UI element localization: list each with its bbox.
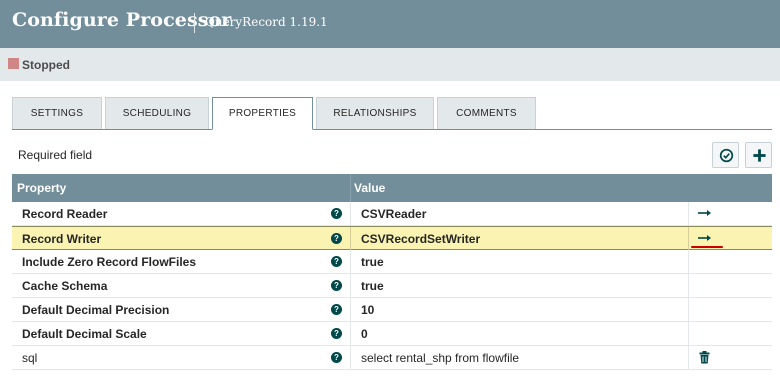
property-name: Record Reader <box>22 207 108 221</box>
cell-divider <box>688 274 689 298</box>
table-header: Property Value <box>12 174 772 202</box>
status-text: Stopped <box>22 58 70 72</box>
arrow-right-icon[interactable] <box>698 208 712 218</box>
cell-divider <box>350 322 351 346</box>
cell-divider <box>688 227 689 251</box>
tab-settings[interactable]: SETTINGS <box>12 97 102 129</box>
cell-divider <box>350 227 351 251</box>
dialog-subtitle: QueryRecord 1.19.1 <box>205 15 328 29</box>
property-name: Cache Schema <box>22 279 108 293</box>
column-header-value: Value <box>354 181 386 195</box>
property-value[interactable]: select rental_shp from flowfile <box>361 351 519 365</box>
property-name: Default Decimal Scale <box>22 327 147 341</box>
tab-underline <box>12 129 772 130</box>
cell-divider <box>688 346 689 370</box>
tab-properties[interactable]: PROPERTIES <box>212 97 313 130</box>
help-icon[interactable]: ? <box>331 280 342 291</box>
cell-divider <box>688 250 689 274</box>
table-row[interactable]: sql ? select rental_shp from flowfile <box>12 346 772 370</box>
tab-scheduling[interactable]: SCHEDULING <box>105 97 209 129</box>
property-value[interactable]: true <box>361 279 384 293</box>
trash-icon[interactable] <box>699 351 710 364</box>
verify-properties-button[interactable] <box>712 142 739 168</box>
tab-comments[interactable]: COMMENTS <box>437 97 536 129</box>
property-name: Default Decimal Precision <box>22 303 170 317</box>
help-icon[interactable]: ? <box>331 233 342 244</box>
table-row[interactable]: Cache Schema ? true <box>12 274 772 298</box>
help-icon[interactable]: ? <box>331 208 342 219</box>
column-divider <box>350 174 351 202</box>
property-value[interactable]: CSVRecordSetWriter <box>361 232 480 246</box>
table-row[interactable]: Record Reader ? CSVReader <box>12 202 772 226</box>
tab-relationships[interactable]: RELATIONSHIPS <box>316 97 434 129</box>
property-name: Include Zero Record FlowFiles <box>22 255 197 269</box>
table-row[interactable]: Default Decimal Precision ? 10 <box>12 298 772 322</box>
arrow-right-icon[interactable] <box>698 233 712 243</box>
cell-divider <box>350 202 351 226</box>
required-field-label: Required field <box>18 148 93 162</box>
plus-icon <box>753 149 766 162</box>
help-icon[interactable]: ? <box>331 256 342 267</box>
property-value[interactable]: CSVReader <box>361 207 426 221</box>
table-row[interactable]: Include Zero Record FlowFiles ? true <box>12 250 772 274</box>
cell-divider <box>688 202 689 226</box>
cell-divider <box>350 298 351 322</box>
cell-divider <box>688 298 689 322</box>
property-value[interactable]: 0 <box>361 327 368 341</box>
column-header-property: Property <box>17 181 67 195</box>
dialog-title: Configure Processor <box>12 9 232 31</box>
help-icon[interactable]: ? <box>331 304 342 315</box>
add-property-button[interactable] <box>745 142 772 168</box>
table-row[interactable]: Default Decimal Scale ? 0 <box>12 322 772 346</box>
help-icon[interactable]: ? <box>331 352 342 363</box>
cell-divider <box>350 250 351 274</box>
property-value[interactable]: 10 <box>361 303 374 317</box>
property-value[interactable]: true <box>361 255 384 269</box>
property-name: Record Writer <box>22 232 102 246</box>
cell-divider <box>688 322 689 346</box>
table-row-selected[interactable]: Record Writer ? CSVRecordSetWriter <box>12 226 772 251</box>
property-name: sql <box>22 351 38 365</box>
cell-divider <box>350 274 351 298</box>
dialog-header: Configure Processor QueryRecord 1.19.1 <box>0 0 780 48</box>
help-icon[interactable]: ? <box>331 328 342 339</box>
annotation-underline <box>691 246 723 248</box>
stop-square-icon <box>8 58 19 69</box>
title-separator <box>194 13 195 33</box>
status-bar: Stopped <box>0 48 780 81</box>
check-circle-icon <box>719 148 734 163</box>
cell-divider <box>350 346 351 370</box>
